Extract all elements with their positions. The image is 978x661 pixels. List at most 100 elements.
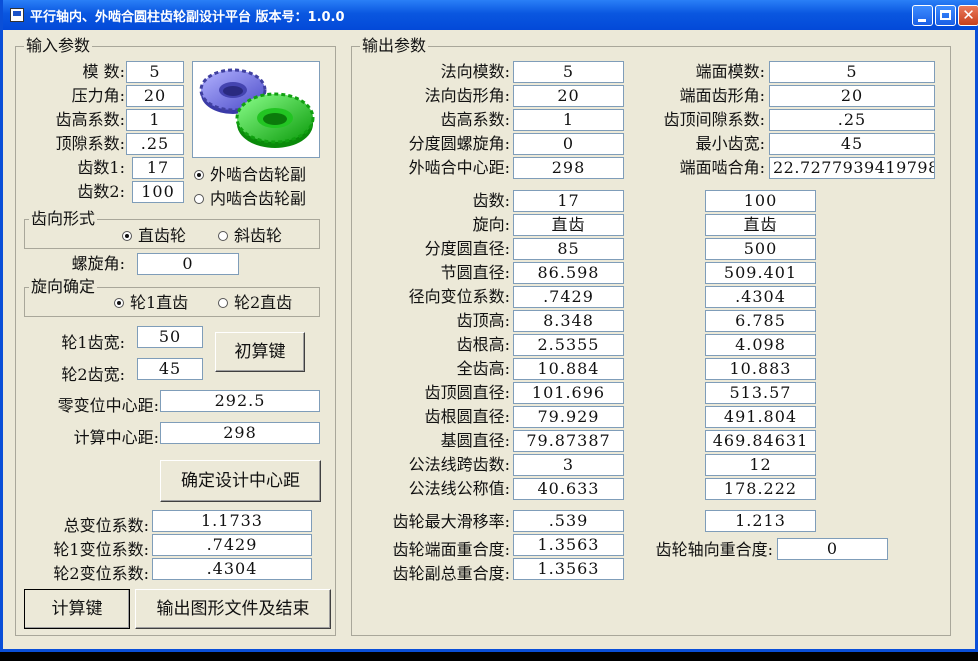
hand2-radio[interactable]: 轮2直齿 bbox=[218, 293, 292, 313]
helix-angle-input[interactable]: 0 bbox=[137, 253, 239, 275]
gear1-value: 79.929 bbox=[513, 406, 624, 428]
window-title: 平行轴内、外啮合圆柱齿轮副设计平台 版本号：1.0.0 bbox=[30, 10, 345, 25]
tip-clearance-label: 齿顶间隙系数: bbox=[663, 110, 765, 129]
gear2-value: 6.785 bbox=[705, 310, 816, 332]
gear2-value: .4304 bbox=[705, 286, 816, 308]
width2-label: 轮2齿宽: bbox=[61, 365, 125, 384]
transverse-pressure-label: 端面齿形角: bbox=[679, 86, 765, 105]
gear-row-label: 齿根高: bbox=[456, 335, 510, 354]
teeth2-label: 齿数2: bbox=[77, 182, 125, 201]
helix-angle-label: 螺旋角: bbox=[71, 254, 125, 273]
gear2-value: 直齿 bbox=[705, 214, 816, 236]
clearance-coef-label: 顶隙系数: bbox=[55, 134, 125, 153]
minimize-button[interactable] bbox=[912, 5, 933, 26]
teeth2-input[interactable]: 100 bbox=[132, 181, 184, 203]
transverse-contact-value: 1.3563 bbox=[513, 534, 624, 556]
maximize-icon bbox=[940, 10, 951, 20]
minimize-icon bbox=[918, 19, 926, 22]
helical-radio[interactable]: 斜齿轮 bbox=[218, 226, 282, 246]
min-width-value: 45 bbox=[769, 133, 935, 155]
calc-center-label: 计算中心距: bbox=[73, 428, 159, 447]
gear1-value: 85 bbox=[513, 238, 624, 260]
gear-row-label: 齿数: bbox=[472, 191, 510, 210]
total-shift-label: 总变位系数: bbox=[63, 516, 149, 535]
gear-row-label: 全齿高: bbox=[456, 359, 510, 378]
input-params-legend: 输入参数 bbox=[24, 36, 93, 55]
width1-input[interactable]: 50 bbox=[137, 326, 203, 348]
normal-module-value: 5 bbox=[513, 61, 624, 83]
radio-unselected-icon bbox=[218, 298, 228, 308]
gear1-value: 3 bbox=[513, 454, 624, 476]
out-addendum-coef-label: 齿高系数: bbox=[440, 110, 510, 129]
clearance-coef-input[interactable]: .25 bbox=[126, 133, 184, 155]
pressure-angle-label: 压力角: bbox=[71, 86, 125, 105]
prelim-calc-button[interactable]: 初算键 bbox=[215, 332, 305, 372]
tip-clearance-value: .25 bbox=[769, 109, 935, 131]
gear1-value: 直齿 bbox=[513, 214, 624, 236]
addendum-coef-input[interactable]: 1 bbox=[126, 109, 184, 131]
taskbar-strip bbox=[0, 652, 978, 661]
app-icon[interactable] bbox=[10, 8, 24, 22]
axial-contact-label: 齿轮轴向重合度: bbox=[655, 540, 773, 559]
maximize-button[interactable] bbox=[935, 5, 956, 26]
hand2-label: 轮2直齿 bbox=[234, 293, 293, 312]
mesh-internal-radio[interactable]: 内啮合齿轮副 bbox=[194, 189, 306, 209]
compute-button[interactable]: 计算键 bbox=[24, 589, 130, 629]
export-finish-button[interactable]: 输出图形文件及结束 bbox=[135, 589, 331, 629]
shift1-input[interactable]: .7429 bbox=[152, 534, 312, 556]
out-addendum-coef-value: 1 bbox=[513, 109, 624, 131]
total-contact-label: 齿轮副总重合度: bbox=[392, 564, 510, 583]
hand1-radio[interactable]: 轮1直齿 bbox=[114, 293, 188, 313]
external-center-label: 外啮合中心距: bbox=[408, 158, 510, 177]
gear1-value: 101.696 bbox=[513, 382, 624, 404]
hand1-label: 轮1直齿 bbox=[130, 293, 189, 312]
max-slide-gear2-value: 1.213 bbox=[705, 510, 816, 532]
total-shift-input[interactable]: 1.1733 bbox=[152, 510, 312, 532]
shift2-input[interactable]: .4304 bbox=[152, 558, 312, 580]
total-contact-value: 1.3563 bbox=[513, 558, 624, 580]
title-bar[interactable]: 平行轴内、外啮合圆柱齿轮副设计平台 版本号：1.0.0 ✕ bbox=[3, 0, 978, 30]
confirm-center-button[interactable]: 确定设计中心距 bbox=[160, 460, 321, 502]
transverse-module-value: 5 bbox=[769, 61, 935, 83]
pressure-angle-input[interactable]: 20 bbox=[126, 85, 184, 107]
max-slide-label: 齿轮最大滑移率: bbox=[392, 512, 510, 531]
gear-row-label: 齿顶圆直径: bbox=[424, 383, 510, 402]
gear1-value: 79.87387 bbox=[513, 430, 624, 452]
transverse-module-label: 端面模数: bbox=[695, 62, 765, 81]
working-angle-label: 端面啮合角: bbox=[679, 158, 765, 177]
gear2-value: 12 bbox=[705, 454, 816, 476]
gear1-value: 8.348 bbox=[513, 310, 624, 332]
gear-pair-image bbox=[192, 61, 320, 158]
gear-row-label: 公法线公称值: bbox=[408, 479, 510, 498]
helix-angle-out-label: 分度圆螺旋角: bbox=[408, 134, 510, 153]
hand-legend: 旋向确定 bbox=[29, 277, 98, 296]
tooth-form-legend: 齿向形式 bbox=[29, 209, 98, 228]
spur-radio[interactable]: 直齿轮 bbox=[122, 226, 186, 246]
gear2-value: 10.883 bbox=[705, 358, 816, 380]
zero-center-input[interactable]: 292.5 bbox=[160, 390, 320, 412]
close-icon: ✕ bbox=[962, 6, 975, 24]
gear2-value: 509.401 bbox=[705, 262, 816, 284]
gear2-value: 491.804 bbox=[705, 406, 816, 428]
gear1-value: .7429 bbox=[513, 286, 624, 308]
calc-center-input[interactable]: 298 bbox=[160, 422, 320, 444]
transverse-contact-label: 齿轮端面重合度: bbox=[392, 540, 510, 559]
width2-input[interactable]: 45 bbox=[137, 358, 203, 380]
teeth1-input[interactable]: 17 bbox=[132, 157, 184, 179]
mesh-external-radio[interactable]: 外啮合齿轮副 bbox=[194, 165, 306, 185]
gear2-value: 500 bbox=[705, 238, 816, 260]
helix-angle-out-value: 0 bbox=[513, 133, 624, 155]
transverse-pressure-value: 20 bbox=[769, 85, 935, 107]
gear1-value: 2.5355 bbox=[513, 334, 624, 356]
working-angle-value: 22.7277939419798 bbox=[769, 157, 935, 179]
gear-row-label: 节圆直径: bbox=[440, 263, 510, 282]
close-button[interactable]: ✕ bbox=[958, 5, 978, 26]
max-slide-gear1-value: .539 bbox=[513, 510, 624, 532]
gear1-value: 10.884 bbox=[513, 358, 624, 380]
min-width-label: 最小齿宽: bbox=[695, 134, 765, 153]
green-gear bbox=[235, 92, 315, 148]
addendum-coef-label: 齿高系数: bbox=[55, 110, 125, 129]
module-input[interactable]: 5 bbox=[126, 61, 184, 83]
radio-unselected-icon bbox=[218, 231, 228, 241]
zero-center-label: 零变位中心距: bbox=[57, 396, 159, 415]
